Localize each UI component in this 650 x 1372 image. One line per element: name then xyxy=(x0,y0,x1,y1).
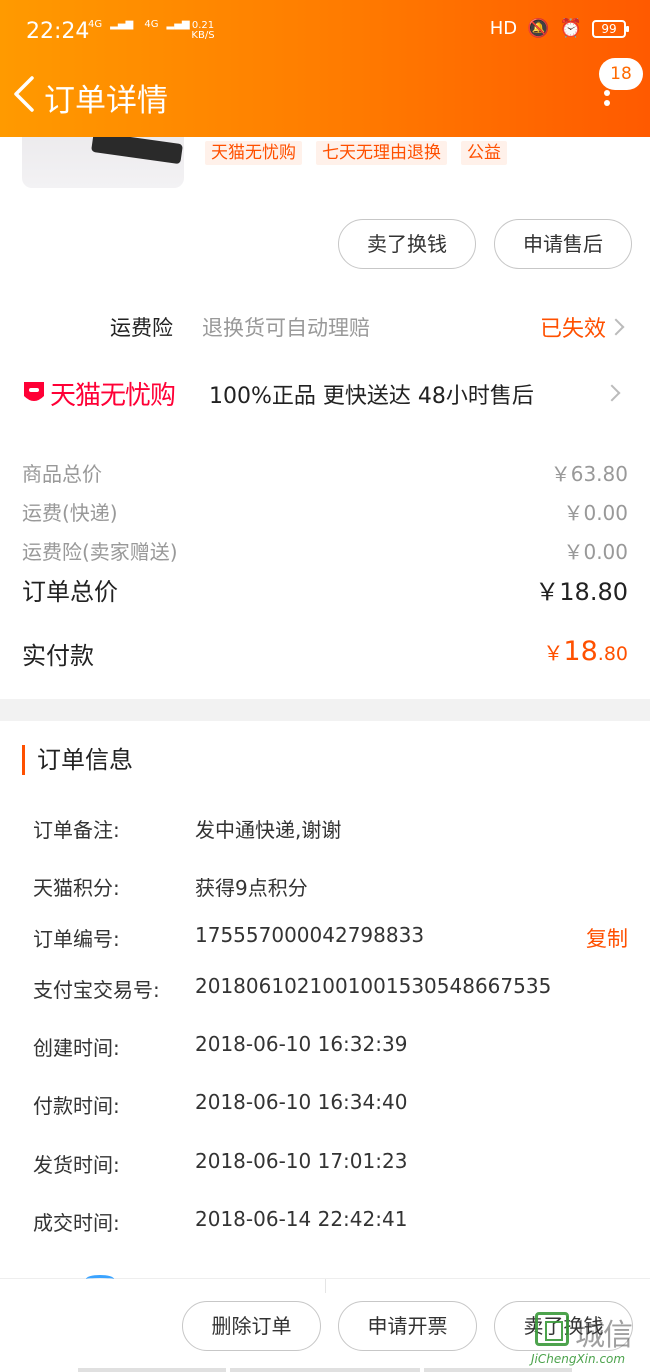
alarm-icon: ⏰ xyxy=(559,18,582,39)
info-key: 付款时间: xyxy=(33,1094,120,1118)
insurance-value: ￥0.00 xyxy=(563,540,628,564)
mute-icon: 🔕 xyxy=(527,18,550,39)
goods-total-value: ￥63.80 xyxy=(550,462,628,486)
freight-insurance-status: 已失效 xyxy=(539,317,606,342)
network-speed-unit: KB/S xyxy=(191,30,215,41)
paid-label: 实付款 xyxy=(22,642,94,670)
sell-for-cash-button[interactable]: 卖了换钱 xyxy=(338,219,476,269)
network-speed: 0.21 KB/S xyxy=(188,21,218,41)
shipping-label: 运费(快递) xyxy=(22,501,118,525)
home-indicator-segment xyxy=(78,1368,226,1372)
info-key: 成交时间: xyxy=(33,1211,120,1235)
freight-insurance-label: 运费险 xyxy=(110,316,173,340)
product-tags: 天猫无忧购 七天无理由退换 公益 xyxy=(205,141,507,165)
paid-yen: ￥ xyxy=(543,641,564,665)
info-value: 2018-06-10 16:34:40 xyxy=(195,1090,408,1114)
info-value: 2018-06-14 22:42:41 xyxy=(195,1207,408,1231)
status-time: 22:24 xyxy=(26,19,90,44)
hd-indicator: HD xyxy=(489,18,518,39)
freight-insurance-row[interactable]: 运费险 退换货可自动理赔 已失效 xyxy=(0,302,650,352)
section-divider xyxy=(0,699,650,721)
info-value: 获得9点积分 xyxy=(195,876,308,900)
info-value: 2018-06-10 16:32:39 xyxy=(195,1032,408,1056)
signal-bars-icon: ▂▄▆ xyxy=(110,19,134,30)
paid-dec: .80 xyxy=(597,643,628,665)
info-key: 天猫积分: xyxy=(33,876,120,900)
back-icon[interactable] xyxy=(8,74,42,114)
copy-button[interactable]: 复制 xyxy=(586,923,628,953)
signal-4g-2: 4G xyxy=(144,19,159,30)
chevron-right-icon xyxy=(603,384,621,402)
tag-tmall-worry-free: 天猫无忧购 xyxy=(205,141,302,165)
status-bar: 22:24 4G ▂▄▆ 4G ▂▄▆ 0.21 KB/S HD 🔕 ⏰ 99 xyxy=(0,0,650,64)
battery-icon: 99 xyxy=(592,19,629,38)
watermark-text: 城信 xyxy=(575,1318,633,1353)
nav-bar: 订单详情 18 xyxy=(0,58,650,137)
freight-insurance-desc: 退换货可自动理赔 xyxy=(202,316,370,340)
request-invoice-button[interactable]: 申请开票 xyxy=(338,1301,477,1351)
status-right: HD 🔕 ⏰ 99 xyxy=(489,18,629,39)
tmall-guarantee-row[interactable]: 天猫无忧购 100%正品 更快送达 48小时售后 xyxy=(0,368,650,420)
tag-charity: 公益 xyxy=(461,141,507,165)
tmall-cat-icon xyxy=(24,382,44,401)
order-info-title: 订单信息 xyxy=(22,745,133,775)
info-value: 2018061021001001530548667535 xyxy=(195,974,552,998)
shipping-value: ￥0.00 xyxy=(563,501,628,525)
apply-after-sale-button[interactable]: 申请售后 xyxy=(494,219,632,269)
order-total-value: ￥18.80 xyxy=(535,578,628,606)
chevron-right-icon xyxy=(607,318,625,336)
info-key: 支付宝交易号: xyxy=(33,978,160,1002)
more-menu-icon[interactable] xyxy=(598,86,616,118)
signal-bars-icon-2: ▂▄▆ xyxy=(166,19,190,30)
home-indicator-segment xyxy=(230,1368,420,1372)
network-indicators: 4G ▂▄▆ 4G ▂▄▆ xyxy=(88,20,198,30)
bottom-separator xyxy=(325,1279,326,1293)
app-header: 22:24 4G ▂▄▆ 4G ▂▄▆ 0.21 KB/S HD 🔕 ⏰ 99 订单… xyxy=(0,0,650,137)
paid-amount: ￥18.80 xyxy=(543,636,628,667)
signal-4g-1: 4G xyxy=(88,19,103,30)
info-value: 175557000042798833 xyxy=(195,923,425,947)
contact-icon-partial xyxy=(86,1275,114,1283)
watermark-logo: 城信 JiChengXin.com xyxy=(531,1308,649,1370)
watermark-icon xyxy=(535,1312,569,1346)
info-key: 订单备注: xyxy=(33,818,120,842)
info-key: 发货时间: xyxy=(33,1153,120,1177)
page-title: 订单详情 xyxy=(44,83,168,119)
info-key: 创建时间: xyxy=(33,1036,120,1060)
paid-int: 18 xyxy=(563,636,598,667)
delete-order-button[interactable]: 删除订单 xyxy=(182,1301,321,1351)
info-value: 2018-06-10 17:01:23 xyxy=(195,1149,408,1173)
order-total-label: 订单总价 xyxy=(22,578,118,606)
tmall-brand-name: 天猫无忧购 xyxy=(50,381,176,411)
tmall-guarantee-desc: 100%正品 更快送达 48小时售后 xyxy=(209,384,534,409)
goods-total-label: 商品总价 xyxy=(22,462,102,486)
info-key: 订单编号: xyxy=(33,927,120,951)
insurance-label: 运费险(卖家赠送) xyxy=(22,540,178,564)
watermark-url: JiChengXin.com xyxy=(531,1352,626,1366)
info-value: 发中通快递,谢谢 xyxy=(195,818,342,842)
tag-seven-day-return: 七天无理由退换 xyxy=(316,141,447,165)
